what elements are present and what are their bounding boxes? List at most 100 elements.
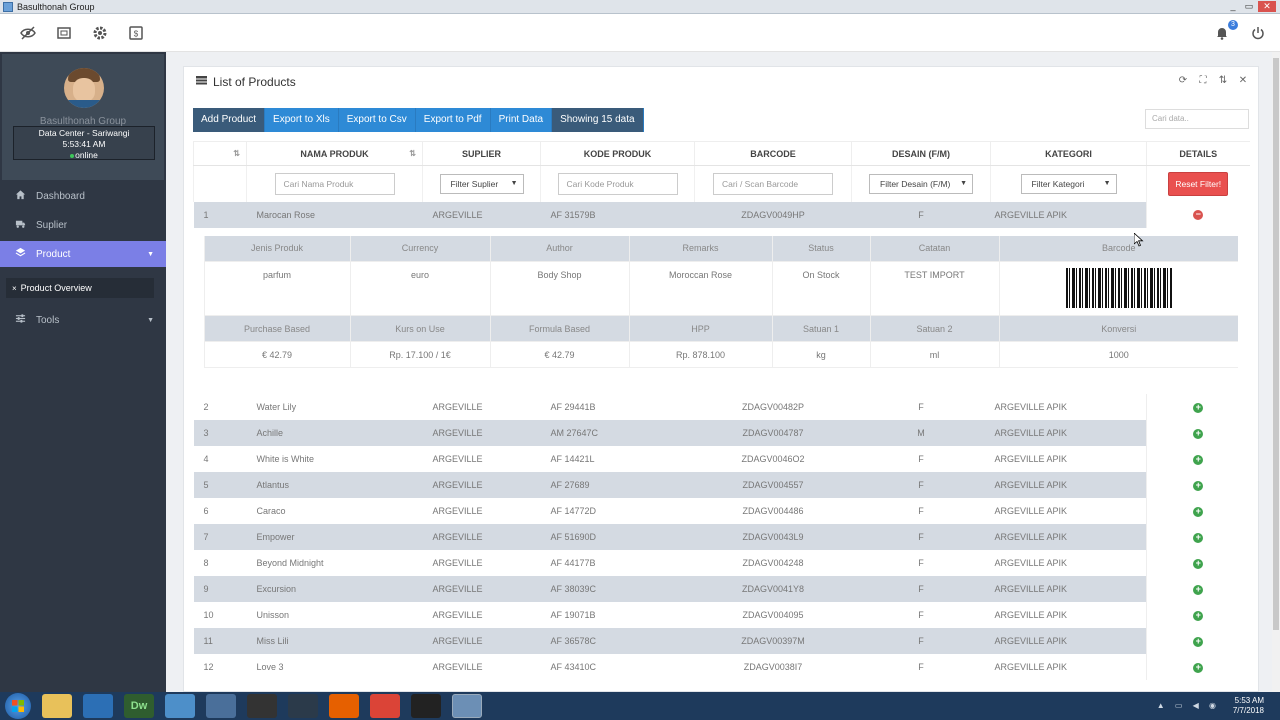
cell-barcode: ZDAGV0038I7: [694, 654, 852, 680]
sidebar-item-product[interactable]: Product ▼: [0, 241, 166, 267]
table-row[interactable]: 5 Atlantus ARGEVILLE AF 27689 ZDAGV004557 F AR…: [193, 472, 1250, 498]
filter-suplier-select[interactable]: Filter Suplier ▼: [439, 173, 524, 194]
close-window-button[interactable]: ✕: [1258, 1, 1276, 12]
table-row[interactable]: 8 Beyond Midnight ARGEVILLE AF 44177B ZDAGV0…: [193, 550, 1250, 576]
file-explorer-icon[interactable]: [42, 694, 72, 718]
expand-details-icon[interactable]: +: [1193, 428, 1204, 439]
active-window-icon[interactable]: [452, 694, 482, 718]
dreamweaver-icon[interactable]: Dw: [124, 694, 154, 718]
close-icon[interactable]: ✕: [1238, 75, 1248, 86]
cell-no: 11: [193, 628, 247, 654]
collapse-details-icon[interactable]: −: [1193, 210, 1204, 220]
recorder-app-icon[interactable]: [411, 694, 441, 718]
media-app-icon[interactable]: [288, 694, 318, 718]
expand-details-icon[interactable]: +: [1193, 480, 1204, 491]
cell-name: White is White: [246, 446, 423, 472]
col-header-kode-produk[interactable]: KODE PRODUK: [540, 141, 695, 166]
col-header-desain[interactable]: DESAIN (F/M): [851, 141, 991, 166]
caret-down-icon: ▼: [1103, 179, 1111, 187]
detail-value: parfum: [203, 261, 350, 316]
firefox-icon[interactable]: [329, 694, 359, 718]
sidebar-item-tools[interactable]: Tools ▼: [0, 307, 166, 333]
filter-desain-select[interactable]: Filter Desain (F/M) ▼: [869, 173, 973, 194]
reset-filter-button[interactable]: Reset Filter!: [1168, 171, 1229, 196]
table-row[interactable]: 12 Love 3 ARGEVILLE AF 43410C ZDAGV0038I7 F AR…: [193, 654, 1250, 680]
table-row[interactable]: 7 Empower ARGEVILLE AF 51690D ZDAGV0043L9 F AR…: [193, 524, 1250, 550]
add-product-button[interactable]: Add Product: [193, 108, 266, 132]
cell-details: −: [1146, 201, 1250, 228]
tool-app-icon[interactable]: [206, 694, 236, 718]
sidebar-item-dashboard[interactable]: Dashboard: [0, 183, 166, 209]
export-csv-button[interactable]: Export to Csv: [338, 108, 416, 132]
filter-cell-empty: [193, 165, 247, 202]
table-row[interactable]: 6 Caraco ARGEVILLE AF 14772D ZDAGV004486 F ARG…: [193, 498, 1250, 524]
expand-details-icon[interactable]: +: [1193, 402, 1204, 413]
cell-kategori: ARGEVILLE APIK: [990, 628, 1147, 654]
task-app-icon[interactable]: [83, 694, 113, 718]
export-pdf-button[interactable]: Export to Pdf: [415, 108, 491, 132]
cell-no: 3: [193, 420, 247, 446]
expand-details-icon[interactable]: +: [1193, 532, 1204, 543]
window-controls: _ ▭ ✕: [1226, 1, 1276, 12]
col-header-no[interactable]: ⇅: [193, 141, 247, 166]
online-dot-icon: [70, 153, 75, 158]
export-xls-button[interactable]: Export to Xls: [265, 108, 339, 132]
expand-details-icon[interactable]: +: [1193, 662, 1204, 673]
start-button[interactable]: [5, 693, 31, 719]
expand-details-icon[interactable]: +: [1193, 636, 1204, 647]
col-header-nama-produk[interactable]: NAMA PRODUK ⇅: [246, 141, 423, 166]
fullscreen-icon[interactable]: [56, 25, 72, 41]
panel-tools: ⟳ ⛶ ⇅ ✕: [1178, 75, 1248, 86]
filter-nama-input[interactable]: Cari Nama Produk: [274, 172, 395, 195]
col-header-kategori[interactable]: KATEGORI: [990, 141, 1147, 166]
refresh-icon[interactable]: ⟳: [1178, 75, 1188, 86]
sidebar-item-suplier[interactable]: Suplier: [0, 212, 166, 238]
detail-header: Kurs on Use: [349, 315, 490, 342]
table-row[interactable]: 4 White is White ARGEVILLE AF 14421L ZDAGV00…: [193, 446, 1250, 472]
gear-icon[interactable]: [92, 25, 108, 41]
col-header-barcode[interactable]: BARCODE: [694, 141, 852, 166]
power-icon[interactable]: [1250, 25, 1266, 41]
showing-count-button[interactable]: Showing 15 data: [552, 108, 644, 132]
collapse-icon[interactable]: ⇅: [1218, 75, 1228, 86]
scrollbar-thumb[interactable]: [1273, 58, 1279, 630]
sidebar-subitem-product-overview[interactable]: × Product Overview: [6, 278, 154, 298]
filter-barcode-input[interactable]: Cari / Scan Barcode: [713, 172, 833, 195]
table-row[interactable]: 9 Excursion ARGEVILLE AF 38039C ZDAGV0041Y8 F…: [193, 576, 1250, 602]
eye-slash-icon[interactable]: [20, 25, 36, 41]
maximize-button[interactable]: ▭: [1242, 1, 1256, 12]
minimize-button[interactable]: _: [1226, 1, 1240, 12]
filter-kategori-select[interactable]: Filter Kategori ▼: [1020, 173, 1117, 194]
table-row[interactable]: 1 Marocan Rose ARGEVILLE AF 31579B ZDAGV0049…: [193, 201, 1250, 228]
top-header: $ 3: [0, 14, 1280, 52]
search-input[interactable]: Cari data..: [1145, 109, 1249, 129]
col-header-suplier[interactable]: SUPLIER: [422, 141, 541, 166]
ftp-client-icon[interactable]: [165, 694, 195, 718]
expand-details-icon[interactable]: +: [1193, 454, 1204, 465]
table-row[interactable]: 2 Water Lily ARGEVILLE AF 29441B ZDAGV00482P…: [193, 394, 1250, 420]
col-header-details[interactable]: DETAILS: [1146, 141, 1250, 166]
page-scrollbar[interactable]: [1272, 52, 1280, 692]
table-row[interactable]: 10 Unisson ARGEVILLE AF 19071B ZDAGV004095 F A…: [193, 602, 1250, 628]
cell-name: Excursion: [246, 576, 423, 602]
detail-value: On Stock: [771, 261, 870, 316]
expand-icon[interactable]: ⛶: [1198, 75, 1208, 86]
calculator-icon[interactable]: $: [128, 25, 144, 41]
expand-details-icon[interactable]: +: [1193, 506, 1204, 517]
detail-value: € 42.79: [489, 341, 629, 368]
detail-value: € 42.79: [203, 341, 350, 368]
print-data-button[interactable]: Print Data: [490, 108, 553, 132]
system-clock[interactable]: 5:53 AM 7/7/2018: [1233, 696, 1264, 716]
expand-details-icon[interactable]: +: [1193, 584, 1204, 595]
window-title: Basulthonah Group: [17, 1, 95, 12]
3d-app-icon[interactable]: [247, 694, 277, 718]
expand-details-icon[interactable]: +: [1193, 558, 1204, 569]
system-tray-icons[interactable]: ▲ ▭ ◀ ◉: [1157, 701, 1220, 710]
cell-kode: AF 43410C: [540, 654, 695, 680]
bell-icon[interactable]: [1214, 25, 1230, 41]
chrome-icon[interactable]: [370, 694, 400, 718]
table-row[interactable]: 11 Miss Lili ARGEVILLE AF 36578C ZDAGV00397M…: [193, 628, 1250, 654]
expand-details-icon[interactable]: +: [1193, 610, 1204, 621]
table-row[interactable]: 3 Achille ARGEVILLE AM 27647C ZDAGV004787 M AR…: [193, 420, 1250, 446]
filter-kode-input[interactable]: Cari Kode Produk: [557, 172, 678, 195]
